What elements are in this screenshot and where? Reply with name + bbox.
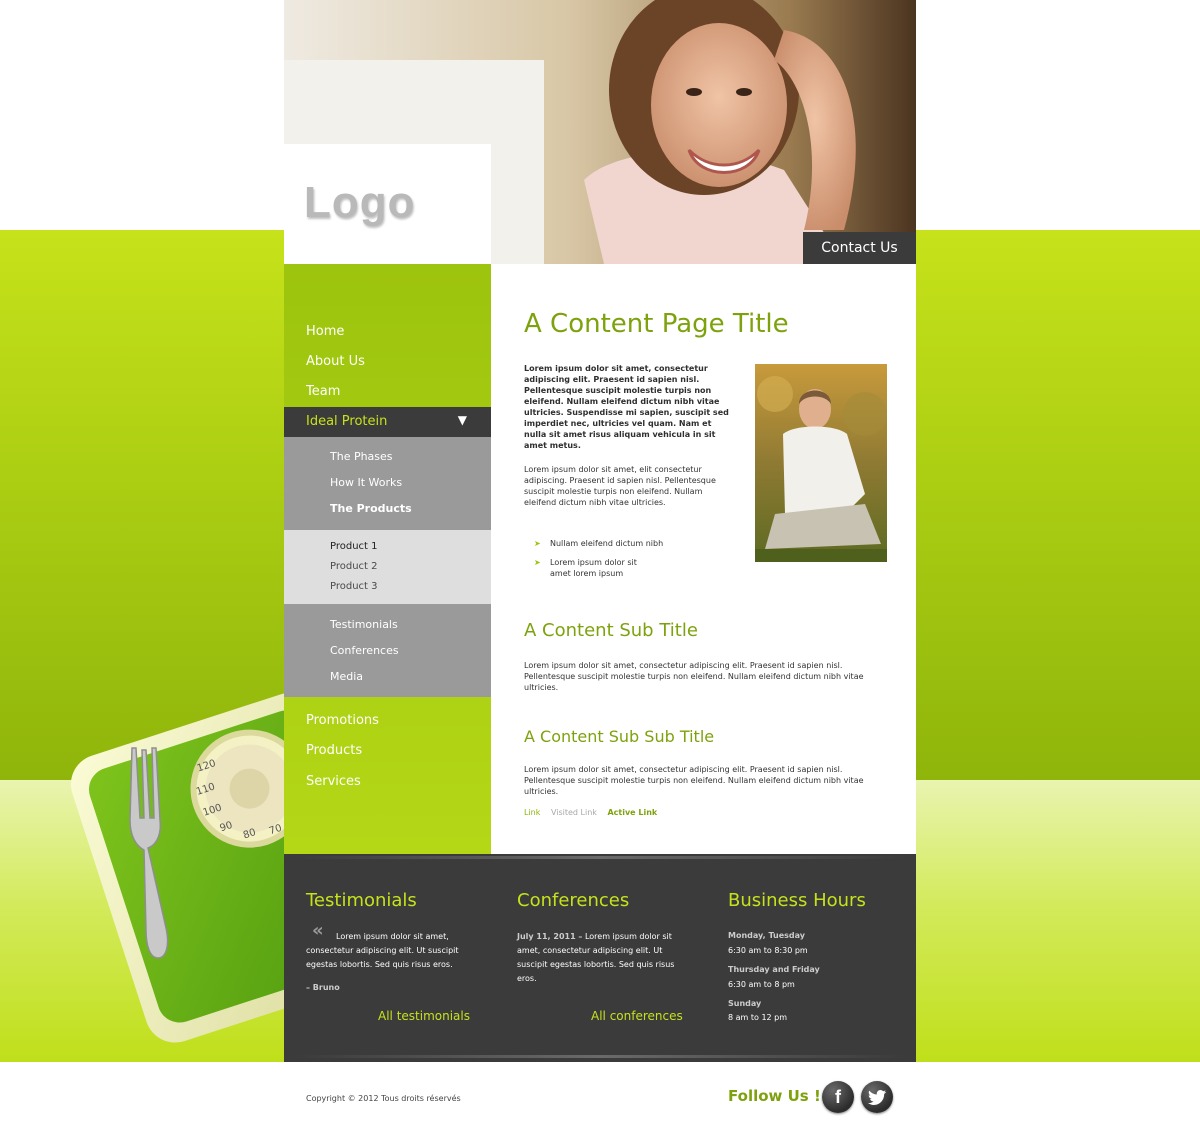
submenu-item-media[interactable]: Media bbox=[330, 670, 363, 683]
hours-day: Thursday and Friday bbox=[728, 965, 820, 974]
background-bottom bbox=[0, 1062, 1200, 1134]
hours-day: Sunday bbox=[728, 999, 762, 1008]
nav-item-label: Ideal Protein bbox=[306, 414, 388, 429]
nav-item-products[interactable]: Products bbox=[306, 743, 362, 758]
contact-us-tab[interactable]: Contact Us bbox=[803, 232, 916, 264]
hours-time: 8 am to 12 pm bbox=[728, 1013, 788, 1022]
link-examples: Link Visited Link Active Link bbox=[524, 808, 665, 817]
product-item-3[interactable]: Product 3 bbox=[330, 581, 378, 592]
page-title: A Content Page Title bbox=[524, 309, 789, 339]
link[interactable]: Link bbox=[524, 808, 540, 817]
list-item-text: Lorem ipsum dolor sit amet lorem ipsum bbox=[550, 558, 637, 578]
conference-date: July 11, 2011 – bbox=[517, 932, 583, 941]
twitter-bird-icon bbox=[868, 1089, 886, 1105]
facebook-icon[interactable]: f bbox=[822, 1081, 854, 1113]
arrow-bullet-icon: ➤ bbox=[534, 558, 541, 567]
nav-item-team[interactable]: Team bbox=[306, 384, 340, 399]
product-item-2[interactable]: Product 2 bbox=[330, 561, 378, 572]
hours-time: 6:30 am to 8:30 pm bbox=[728, 946, 808, 955]
conferences-title: Conferences bbox=[517, 890, 630, 911]
intro-bold-paragraph: Lorem ipsum dolor sit amet, consectetur … bbox=[524, 364, 729, 450]
testimonial-author: – Bruno bbox=[306, 983, 340, 992]
intro-paragraph: Lorem ipsum dolor sit amet, elit consect… bbox=[524, 465, 716, 507]
logo[interactable]: Logo bbox=[304, 178, 416, 228]
hours-day: Monday, Tuesday bbox=[728, 931, 806, 940]
footer-divider bbox=[294, 1055, 906, 1058]
all-conferences-link[interactable]: All conferences bbox=[591, 1009, 683, 1023]
copyright: Copyright © 2012 Tous droits réservés bbox=[306, 1094, 461, 1103]
list-item: ➤ Nullam eleifend dictum nibh bbox=[534, 538, 734, 549]
twitter-icon[interactable] bbox=[861, 1081, 893, 1113]
follow-us-label: Follow Us ! bbox=[728, 1087, 821, 1105]
content-sub-sub-title: A Content Sub Sub Title bbox=[524, 727, 715, 746]
submenu-item-conferences[interactable]: Conferences bbox=[330, 644, 399, 657]
visited-link[interactable]: Visited Link bbox=[551, 808, 597, 817]
man-photo bbox=[755, 364, 887, 562]
triangle-down-icon: ▼ bbox=[457, 413, 467, 427]
product-submenu-panel bbox=[284, 530, 491, 604]
testimonials-title: Testimonials bbox=[306, 890, 417, 911]
nav-item-ideal-protein[interactable]: Ideal Protein ▼ bbox=[284, 407, 491, 437]
nav-item-about-us[interactable]: About Us bbox=[306, 354, 365, 369]
business-hours-title: Business Hours bbox=[728, 890, 866, 911]
submenu-item-the-products[interactable]: The Products bbox=[330, 502, 412, 515]
all-testimonials-link[interactable]: All testimonials bbox=[378, 1009, 470, 1023]
nav-item-services[interactable]: Services bbox=[306, 774, 361, 789]
nav-item-promotions[interactable]: Promotions bbox=[306, 713, 379, 728]
testimonial-text: Lorem ipsum dolor sit amet, consectetur … bbox=[306, 932, 459, 969]
conference-entry: July 11, 2011 – Lorem ipsum dolor sit am… bbox=[517, 930, 677, 986]
active-link[interactable]: Active Link bbox=[607, 808, 657, 817]
footer-divider bbox=[294, 856, 906, 859]
nav-item-home[interactable]: Home bbox=[306, 324, 344, 339]
arrow-bullet-icon: ➤ bbox=[534, 539, 541, 548]
submenu-item-the-phases[interactable]: The Phases bbox=[330, 450, 393, 463]
sub-sub-title-paragraph: Lorem ipsum dolor sit amet, consectetur … bbox=[524, 765, 864, 796]
submenu-item-how-it-works[interactable]: How It Works bbox=[330, 476, 402, 489]
submenu-item-testimonials[interactable]: Testimonials bbox=[330, 618, 398, 631]
hours-time: 6:30 am to 8 pm bbox=[728, 980, 795, 989]
list-item-text: Nullam eleifend dictum nibh bbox=[550, 539, 664, 548]
content-sub-title: A Content Sub Title bbox=[524, 620, 698, 641]
product-item-1[interactable]: Product 1 bbox=[330, 541, 378, 552]
bullet-list: ➤ Nullam eleifend dictum nibh ➤ Lorem ip… bbox=[534, 538, 734, 587]
sub-title-paragraph: Lorem ipsum dolor sit amet, consectetur … bbox=[524, 661, 864, 692]
list-item: ➤ Lorem ipsum dolor sit amet lorem ipsum bbox=[534, 557, 660, 579]
